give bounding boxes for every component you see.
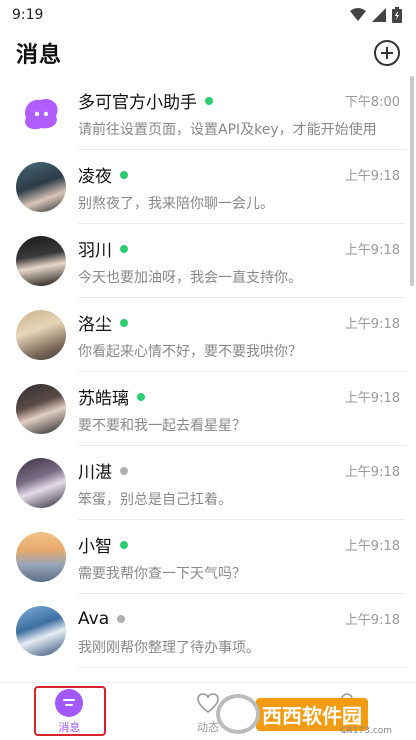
chat-preview: 今天也要加油呀，我会一直支持你。 [78,269,302,286]
status-icons [350,7,402,23]
chat-time: 上午9:18 [344,317,400,332]
chat-list-item[interactable]: 多可官方小助手 下午8:00 请前往设置页面，设置API及key，才能开始使用 [0,76,416,150]
chat-name: 多可官方小助手 [78,93,197,113]
chat-list-item[interactable]: 川湛 上午9:18 笨蛋，别总是自己扛着。 [0,446,416,520]
chat-header-row: 苏皓璃 上午9:18 [78,384,400,410]
chat-time: 上午9:18 [344,243,400,258]
nav-label-messages: 消息 [58,720,81,734]
chat-list-item[interactable]: 羽川 上午9:18 今天也要加油呀，我会一直支持你。 [0,224,416,298]
chat-body: Ava 上午9:18 我刚刚帮你整理了待办事项。 [78,606,416,657]
watermark-sub: CR173.com [340,726,392,736]
chat-name: Ava [78,608,110,629]
wifi-icon [350,8,366,21]
scrollbar[interactable] [410,76,414,286]
avatar[interactable] [16,236,66,286]
chat-header-row: 羽川 上午9:18 [78,236,400,262]
chat-list-item[interactable]: 苏皓璃 上午9:18 要不要和我一起去看星星？ [0,372,416,446]
nav-tab-messages[interactable]: 消息 [0,683,139,740]
online-status-dot [120,244,128,253]
chat-name-wrap: 川湛 [78,458,128,483]
chat-header-row: 小智 上午9:18 [78,532,400,558]
add-chat-button[interactable] [374,40,400,66]
avatar[interactable] [16,162,66,212]
chat-list-item[interactable]: 小智 上午9:18 需要我帮你查一下天气吗？ [0,520,416,594]
chat-time: 上午9:18 [344,613,400,628]
online-status-dot [120,318,128,327]
header: 消息 [0,30,416,76]
battery-icon [392,7,402,23]
chat-name: 川湛 [78,463,112,483]
chat-preview: 我刚刚帮你整理了待办事项。 [78,639,260,656]
offline-status-dot [120,466,128,475]
chat-time: 下午8:00 [344,95,400,110]
chat-list-item[interactable]: 凌夜 上午9:18 别熬夜了，我来陪你聊一会儿。 [0,150,416,224]
chat-name: 凌夜 [78,167,112,187]
chat-time: 上午9:18 [344,539,400,554]
chat-body: 洛尘 上午9:18 你看起来心情不好，要不要我哄你？ [78,310,416,361]
chat-header-row: 川湛 上午9:18 [78,458,400,484]
chat-preview: 别熬夜了，我来陪你聊一会儿。 [78,195,274,212]
page-title: 消息 [16,43,63,68]
chat-name-wrap: 小智 [78,532,128,557]
chat-time: 上午9:18 [344,391,400,406]
online-status-dot [120,540,128,549]
chat-name: 羽川 [78,241,112,261]
chat-name-wrap: 凌夜 [78,162,128,187]
chat-body: 苏皓璃 上午9:18 要不要和我一起去看星星？ [78,384,416,435]
online-status-dot [120,170,128,179]
online-status-dot [205,96,213,105]
chat-name-wrap: Ava [78,608,126,629]
chat-preview: 笨蛋，别总是自己扛着。 [78,491,232,508]
chat-name: 小智 [78,537,112,557]
chat-name-wrap: 羽川 [78,236,128,261]
chat-name: 苏皓璃 [78,389,129,409]
avatar[interactable] [16,88,66,138]
chat-list[interactable]: 多可官方小助手 下午8:00 请前往设置页面，设置API及key，才能开始使用 凌夜上… [0,76,416,682]
avatar[interactable] [16,384,66,434]
chat-name: 洛尘 [78,315,112,335]
chat-header-row: 洛尘 上午9:18 [78,310,400,336]
chat-list-item[interactable]: 洛尘 上午9:18 你看起来心情不好，要不要我哄你？ [0,298,416,372]
chat-body: 凌夜 上午9:18 别熬夜了，我来陪你聊一会儿。 [78,162,416,213]
chat-preview: 要不要和我一起去看星星？ [78,417,246,434]
chat-time: 上午9:18 [344,169,400,184]
watermark-circle-icon [216,694,260,734]
signal-icon [372,8,386,22]
chat-header-row: 多可官方小助手 下午8:00 [78,88,400,114]
chat-body: 川湛 上午9:18 笨蛋，别总是自己扛着。 [78,458,416,509]
chat-name-wrap: 多可官方小助手 [78,88,213,113]
online-status-dot [137,392,145,401]
chat-icon [55,688,84,717]
chat-list-item[interactable]: Ava 上午9:18 我刚刚帮你整理了待办事项。 [0,594,416,668]
avatar[interactable] [16,458,66,508]
chat-time: 上午9:18 [344,465,400,480]
chat-preview: 你看起来心情不好，要不要我哄你？ [78,343,302,360]
chat-header-row: 凌夜 上午9:18 [78,162,400,188]
offline-status-dot [117,614,126,623]
chat-preview: 请前往设置页面，设置API及key，才能开始使用 [78,121,377,138]
avatar[interactable] [16,532,66,582]
chat-name-wrap: 苏皓璃 [78,384,145,409]
chat-body: 小智 上午9:18 需要我帮你查一下天气吗？ [78,532,416,583]
chat-body: 多可官方小助手 下午8:00 请前往设置页面，设置API及key，才能开始使用 [78,88,416,139]
avatar[interactable] [16,310,66,360]
chat-name-wrap: 洛尘 [78,310,128,335]
status-time: 9:19 [12,7,44,23]
chat-header-row: Ava 上午9:18 [78,606,400,632]
watermark-logo: 西西软件园 CR173.com [216,692,400,736]
chat-body: 羽川 上午9:18 今天也要加油呀，我会一直支持你。 [78,236,416,287]
status-bar: 9:19 [0,0,416,30]
chat-preview: 需要我帮你查一下天气吗？ [78,565,246,582]
avatar[interactable] [16,606,66,656]
